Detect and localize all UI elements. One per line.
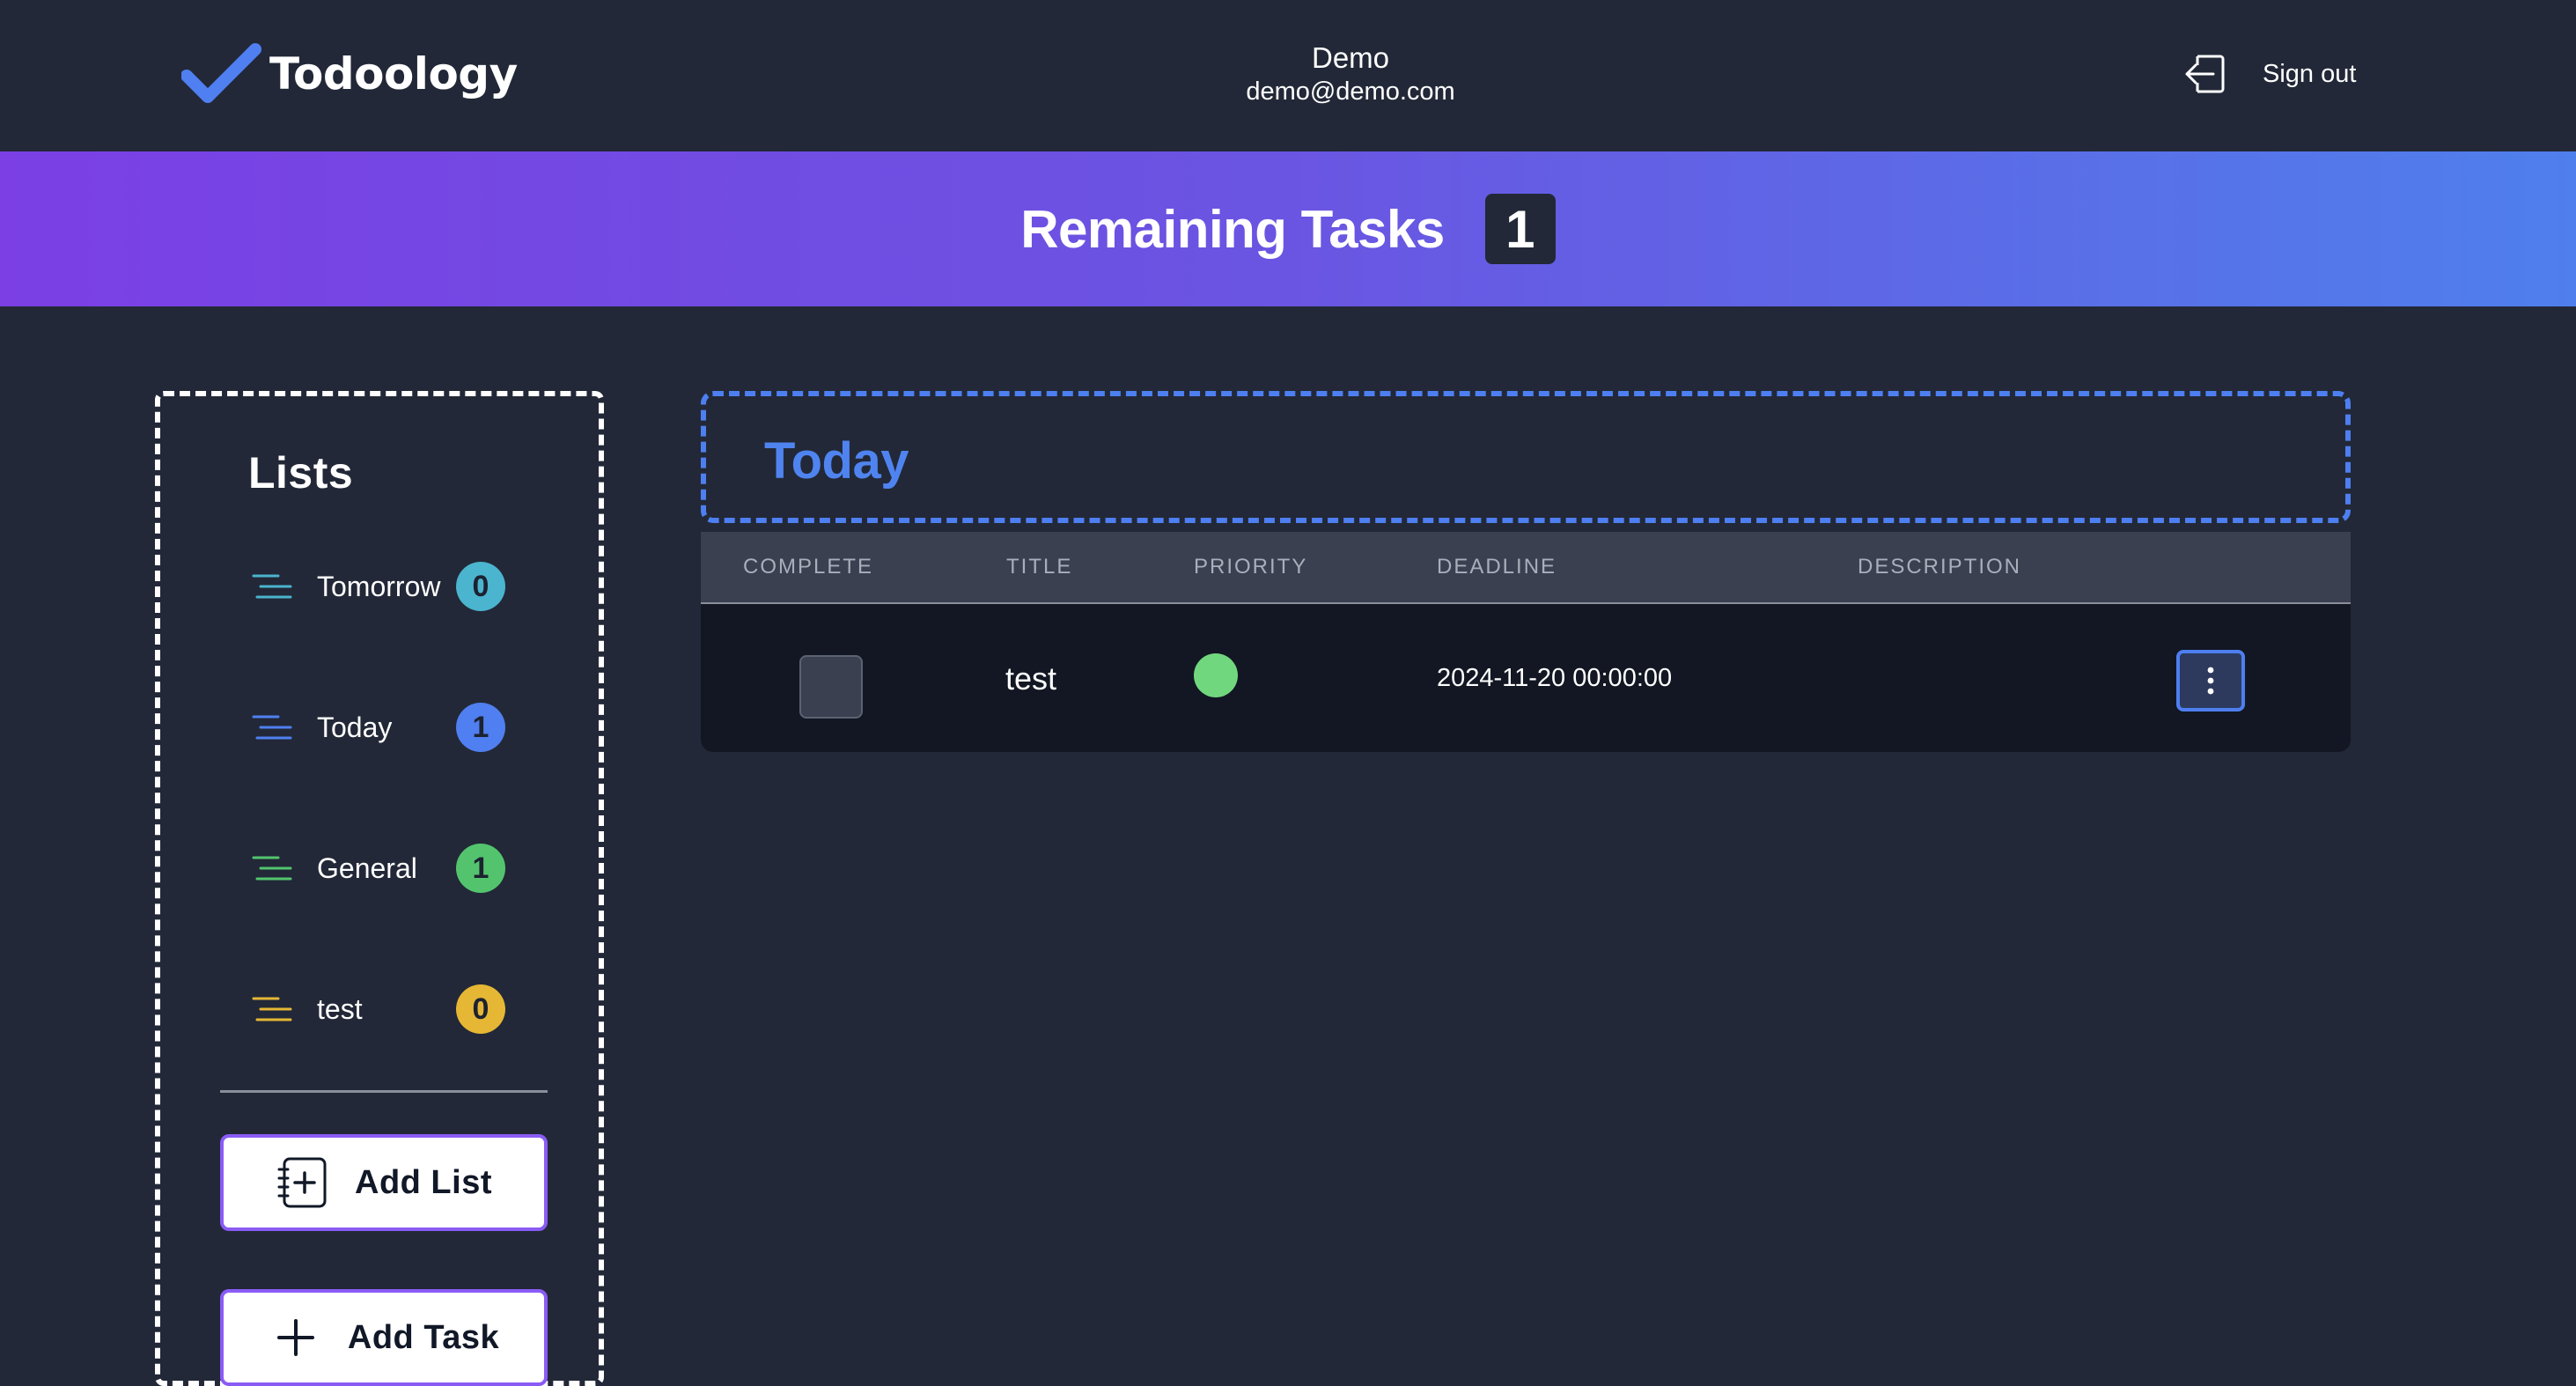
checkmark-logo-icon [181,43,261,103]
list-count-badge: 1 [456,703,505,752]
sidebar-divider [220,1090,548,1093]
sidebar-item-label: Today [317,711,393,743]
remaining-tasks-banner: Remaining Tasks 1 [0,151,2576,306]
sidebar-item-test[interactable]: test 0 [252,983,516,1036]
task-options-button[interactable] [2176,650,2245,711]
complete-checkbox[interactable] [799,655,863,719]
add-task-button[interactable]: Add Task [220,1289,548,1386]
list-lines-icon [252,856,292,881]
sidebar-item-label: test [317,992,363,1025]
table-header: COMPLETE TITLE PRIORITY DEADLINE DESCRIP… [701,532,2351,604]
current-list-header: Today [701,391,2351,523]
plus-icon [276,1319,314,1356]
add-list-button[interactable]: Add List [220,1134,548,1231]
sidebar-item-label: General [317,852,417,884]
list-count-badge: 1 [456,844,505,893]
user-name: Demo [1311,41,1390,74]
lists-sidebar: Lists Tomorrow 0 Today 1 General 1 test … [155,391,604,1386]
column-header-title: TITLE [1006,555,1073,579]
list-count-badge: 0 [456,562,505,611]
sign-out-button[interactable]: Sign out [2182,51,2356,97]
list-lines-icon [252,997,292,1021]
task-table: COMPLETE TITLE PRIORITY DEADLINE DESCRIP… [701,532,2351,752]
column-header-description: DESCRIPTION [1858,555,2022,579]
add-list-icon [277,1157,327,1208]
sidebar-item-label: Tomorrow [317,570,441,602]
list-count-badge: 0 [456,984,505,1034]
user-info: Demo demo@demo.com [1174,41,1527,107]
sidebar-item-today[interactable]: Today 1 [252,701,516,754]
priority-indicator [1194,653,1238,697]
remaining-tasks-count: 1 [1484,194,1556,264]
list-lines-icon [252,715,292,740]
column-header-deadline: DEADLINE [1437,555,1557,579]
lists-title: Lists [248,448,354,498]
user-email: demo@demo.com [1246,77,1455,106]
sign-out-icon [2185,55,2225,93]
task-title: test [1005,660,1057,697]
remaining-tasks-title: Remaining Tasks [1020,199,1445,259]
sign-out-label: Sign out [2263,59,2357,88]
table-row: test 2024-11-20 00:00:00 [701,604,2351,752]
add-list-label: Add List [355,1163,492,1201]
column-header-priority: PRIORITY [1194,555,1308,579]
task-deadline: 2024-11-20 00:00:00 [1437,664,1673,692]
list-lines-icon [252,574,292,599]
top-navigation-bar: Todoology Demo demo@demo.com Sign out [0,0,2576,151]
brand-name: Todoology [269,48,518,100]
brand-logo[interactable]: Todoology [181,42,518,106]
more-vertical-icon [2207,667,2214,695]
sidebar-item-tomorrow[interactable]: Tomorrow 0 [252,560,516,613]
current-list-title: Today [764,432,909,490]
add-task-label: Add Task [347,1318,500,1356]
column-header-complete: COMPLETE [743,555,874,579]
sidebar-item-general[interactable]: General 1 [252,842,516,895]
